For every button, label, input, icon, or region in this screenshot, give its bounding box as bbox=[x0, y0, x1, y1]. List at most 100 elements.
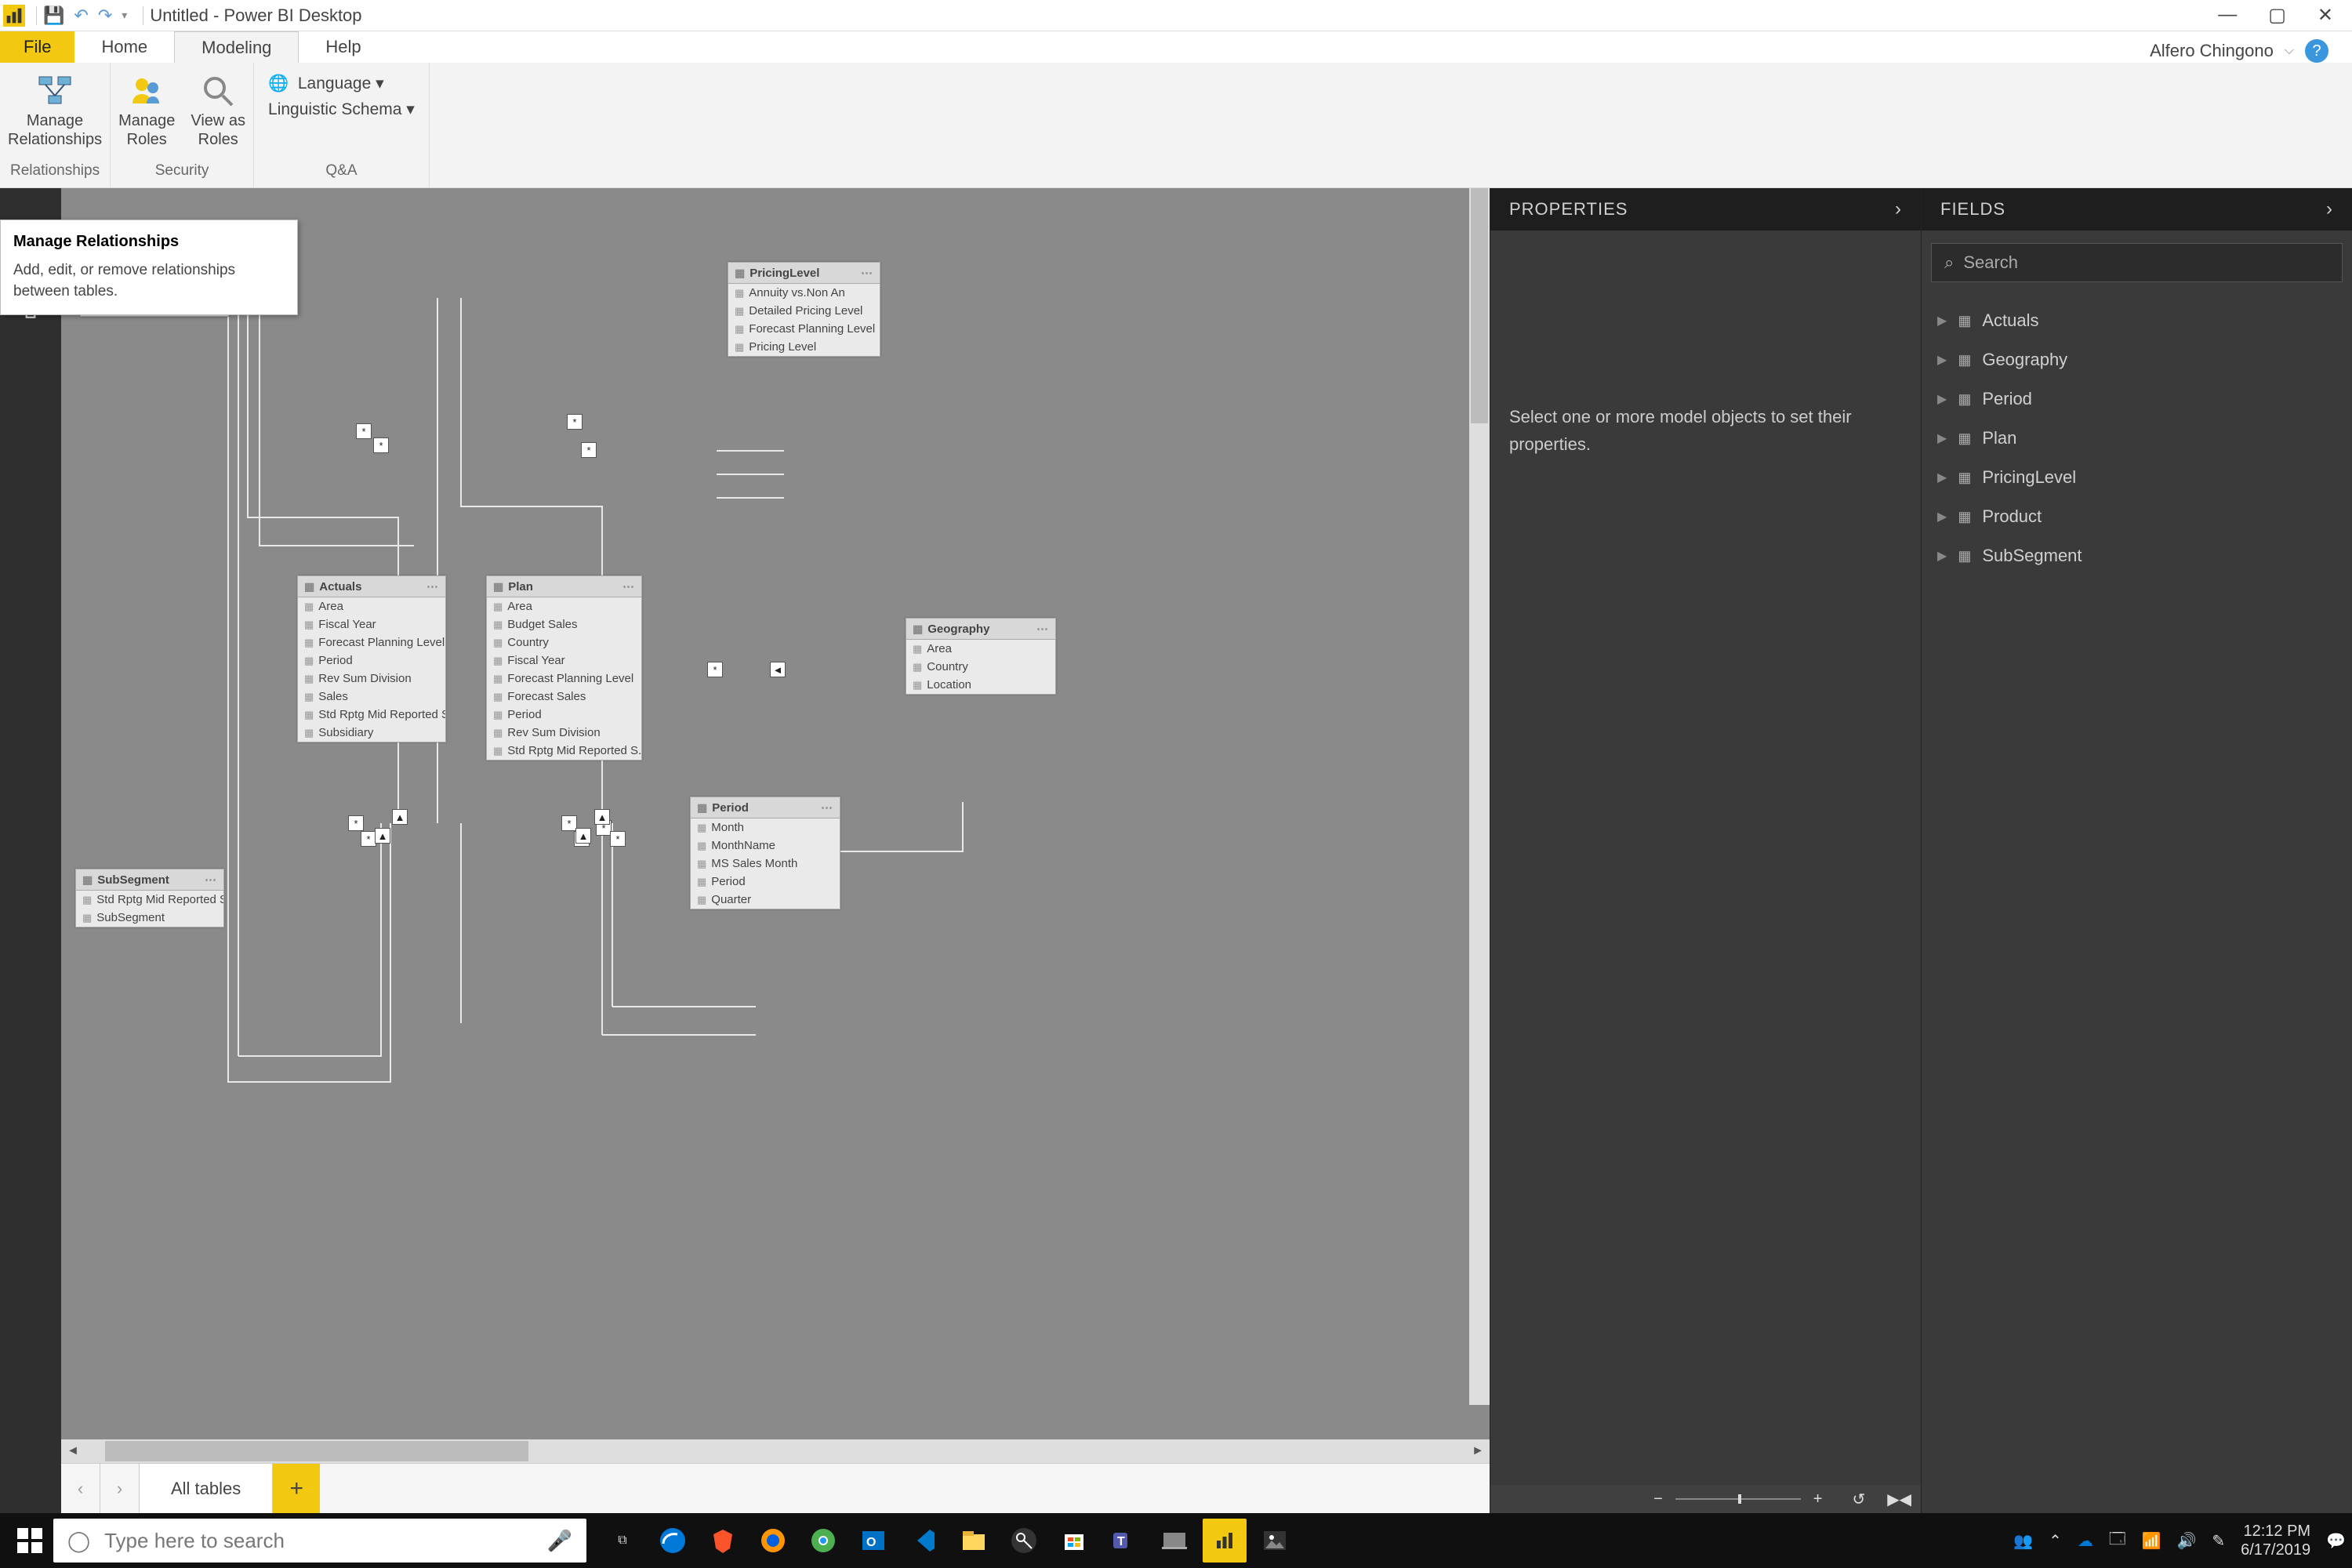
reset-icon[interactable]: ↺ bbox=[1852, 1490, 1865, 1509]
menu-help[interactable]: Help bbox=[299, 31, 387, 63]
field-table-subsegment[interactable]: ▶▦SubSegment bbox=[1922, 536, 2352, 575]
add-page-button[interactable]: + bbox=[273, 1464, 320, 1513]
table-card-period[interactable]: ▦Period⋯ ▦Month ▦MonthName ▦MS Sales Mon… bbox=[690, 797, 840, 909]
field-table-plan[interactable]: ▶▦Plan bbox=[1922, 419, 2352, 458]
start-button[interactable] bbox=[6, 1517, 53, 1564]
field-table-actuals[interactable]: ▶▦Actuals bbox=[1922, 301, 2352, 340]
rel-end: ◄ bbox=[770, 662, 786, 677]
pen-icon[interactable]: ✎ bbox=[2212, 1531, 2225, 1551]
store-icon[interactable] bbox=[1052, 1519, 1096, 1563]
save-icon[interactable]: 💾 bbox=[43, 5, 64, 26]
zoom-out-icon[interactable]: − bbox=[1653, 1490, 1663, 1508]
powerbi-taskbar-icon[interactable] bbox=[1203, 1519, 1247, 1563]
scroll-left-icon[interactable]: ◄ bbox=[61, 1439, 85, 1463]
fields-pane: FIELDS› ⌕ Search ▶▦Actuals ▶▦Geography ▶… bbox=[1921, 188, 2352, 1513]
tab-next-icon[interactable]: › bbox=[100, 1464, 140, 1513]
field-table-pricinglevel[interactable]: ▶▦PricingLevel bbox=[1922, 458, 2352, 497]
chevron-down-icon[interactable]: ⌵ bbox=[2285, 44, 2294, 58]
photos-icon[interactable] bbox=[1253, 1519, 1297, 1563]
search-icon: ⌕ bbox=[1944, 252, 1954, 273]
close-icon[interactable]: ✕ bbox=[2318, 4, 2333, 27]
menu-modeling[interactable]: Modeling bbox=[174, 31, 299, 63]
title-bar: 💾 ↶ ↷ ▾ Untitled - Power BI Desktop — ▢ … bbox=[0, 0, 2352, 31]
model-canvas[interactable]: ▦Business ▦Rev Sum Division ▦PricingLeve… bbox=[61, 188, 1490, 1439]
menu-home[interactable]: Home bbox=[74, 31, 174, 63]
field-table-product[interactable]: ▶▦Product bbox=[1922, 497, 2352, 536]
zoom-in-icon[interactable]: + bbox=[1813, 1490, 1823, 1508]
quick-access-toolbar: 💾 ↶ ↷ ▾ bbox=[43, 5, 127, 26]
table-card-plan[interactable]: ▦Plan⋯ ▦Area ▦Budget Sales ▦Country ▦Fis… bbox=[486, 575, 642, 760]
user-area[interactable]: Alfero Chingono ⌵ ? bbox=[2150, 39, 2328, 63]
magnifier-icon bbox=[199, 72, 237, 110]
edge-icon[interactable] bbox=[651, 1519, 695, 1563]
explorer-icon[interactable] bbox=[952, 1519, 996, 1563]
ribbon-group-qa: 🌐 Language ▾ Linguistic Schema ▾ Q&A bbox=[254, 63, 430, 187]
properties-empty-text: Select one or more model objects to set … bbox=[1509, 403, 1902, 458]
tab-all-tables[interactable]: All tables bbox=[140, 1464, 273, 1513]
zoom-strip: − + ↺ ▶◀ bbox=[1490, 1485, 1921, 1513]
view-as-roles-button[interactable]: View as Roles bbox=[191, 72, 245, 149]
collapse-properties-icon[interactable]: › bbox=[1895, 198, 1902, 220]
people-icon bbox=[128, 72, 165, 110]
firefox-icon[interactable] bbox=[751, 1519, 795, 1563]
canvas-hscroll[interactable]: ◄ ► bbox=[61, 1439, 1490, 1463]
taskbar-search[interactable]: ◯ Type here to search 🎤 bbox=[53, 1519, 586, 1563]
battery-icon[interactable]: 🗔 bbox=[2109, 1527, 2126, 1554]
surface-icon[interactable] bbox=[1152, 1519, 1196, 1563]
people-tray-icon[interactable]: 👥 bbox=[2013, 1531, 2033, 1551]
rel-end: * bbox=[361, 831, 376, 847]
mic-icon[interactable]: 🎤 bbox=[547, 1529, 572, 1553]
maximize-icon[interactable]: ▢ bbox=[2268, 4, 2286, 27]
ribbon: Manage Relationships Relationships Manag… bbox=[0, 63, 2352, 188]
menu-file[interactable]: File bbox=[0, 31, 74, 63]
fit-icon[interactable]: ▶◀ bbox=[1887, 1490, 1911, 1509]
wifi-icon[interactable]: 📶 bbox=[2142, 1531, 2161, 1551]
tooltip-manage-relationships: Manage Relationships Add, edit, or remov… bbox=[0, 220, 298, 315]
language-button[interactable]: 🌐 Language ▾ bbox=[268, 74, 415, 93]
ribbon-group-security: Manage Roles View as Roles Security bbox=[111, 63, 254, 187]
keepass-icon[interactable] bbox=[1002, 1519, 1046, 1563]
undo-icon[interactable]: ↶ bbox=[74, 5, 88, 26]
rel-end: ▲ bbox=[594, 809, 610, 825]
task-view-icon[interactable]: ⧉ bbox=[601, 1519, 644, 1563]
outlook-icon[interactable]: O bbox=[851, 1519, 895, 1563]
collapse-fields-icon[interactable]: › bbox=[2326, 198, 2333, 220]
table-more-icon[interactable]: ⋯ bbox=[861, 266, 873, 280]
relationship-lines bbox=[61, 188, 1465, 1325]
volume-icon[interactable]: 🔊 bbox=[2176, 1531, 2196, 1551]
teams-icon[interactable]: T bbox=[1102, 1519, 1146, 1563]
table-card-pricinglevel[interactable]: ▦PricingLevel⋯ ▦Annuity vs.Non An ▦Detai… bbox=[728, 262, 880, 357]
qat-more-icon[interactable]: ▾ bbox=[122, 9, 127, 22]
zoom-slider[interactable] bbox=[1675, 1498, 1801, 1500]
linguistic-schema-button[interactable]: Linguistic Schema ▾ bbox=[268, 100, 415, 119]
tray-chevron-icon[interactable]: ⌃ bbox=[2049, 1531, 2062, 1551]
canvas-vscroll[interactable] bbox=[1469, 188, 1490, 1405]
rel-end: * bbox=[707, 662, 723, 677]
windows-taskbar[interactable]: ◯ Type here to search 🎤 ⧉ O T 👥 ⌃ ☁ 🗔 📶 bbox=[0, 1513, 2352, 1568]
brave-icon[interactable] bbox=[701, 1519, 745, 1563]
chrome-icon[interactable] bbox=[801, 1519, 845, 1563]
field-table-geography[interactable]: ▶▦Geography bbox=[1922, 340, 2352, 379]
scroll-right-icon[interactable]: ► bbox=[1466, 1439, 1490, 1463]
help-icon[interactable]: ? bbox=[2305, 39, 2328, 63]
window-title: Untitled - Power BI Desktop bbox=[150, 5, 361, 26]
manage-roles-button[interactable]: Manage Roles bbox=[118, 72, 175, 149]
rel-end: * bbox=[610, 831, 626, 847]
redo-icon[interactable]: ↷ bbox=[98, 5, 112, 26]
manage-relationships-button[interactable]: Manage Relationships bbox=[8, 72, 102, 149]
clock[interactable]: 12:12 PM 6/17/2019 bbox=[2241, 1522, 2310, 1559]
properties-pane: PROPERTIES› Select one or more model obj… bbox=[1490, 188, 1921, 1513]
notifications-icon[interactable]: 💬 bbox=[2326, 1531, 2346, 1551]
onedrive-icon[interactable]: ☁ bbox=[2078, 1531, 2093, 1551]
rel-end: * bbox=[561, 815, 577, 831]
svg-text:O: O bbox=[866, 1536, 876, 1549]
table-card-subsegment[interactable]: ▦SubSegment⋯ ▦Std Rptg Mid Reported S...… bbox=[75, 869, 224, 927]
fields-search[interactable]: ⌕ Search bbox=[1931, 243, 2343, 282]
vscode-icon[interactable] bbox=[902, 1519, 946, 1563]
minimize-icon[interactable]: — bbox=[2218, 4, 2237, 27]
rel-end: * bbox=[581, 442, 597, 458]
table-card-geography[interactable]: ▦Geography⋯ ▦Area ▦Country ▦Location bbox=[906, 618, 1056, 695]
field-table-period[interactable]: ▶▦Period bbox=[1922, 379, 2352, 419]
tab-prev-icon[interactable]: ‹ bbox=[61, 1464, 100, 1513]
table-card-actuals[interactable]: ▦Actuals⋯ ▦Area ▦Fiscal Year ▦Forecast P… bbox=[297, 575, 446, 742]
